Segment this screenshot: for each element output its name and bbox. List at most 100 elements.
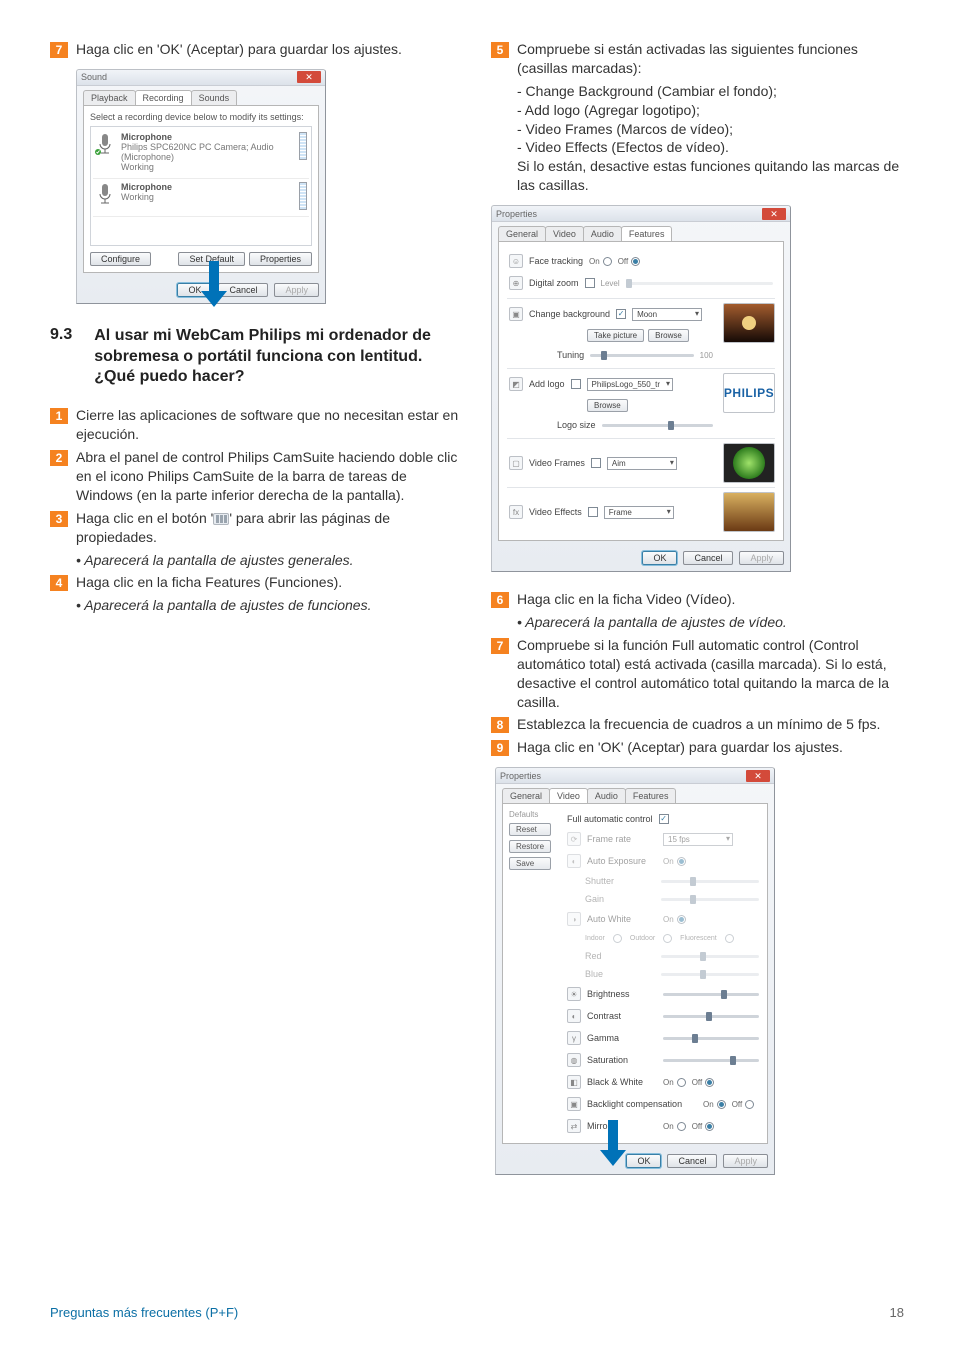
sound-device-1[interactable]: Microphone Philips SPC620NC PC Camera; A… <box>93 129 309 179</box>
save-button[interactable]: Save <box>509 857 551 870</box>
step-3: 3 Haga clic en el botón '' para abrir la… <box>50 509 463 547</box>
tab-general[interactable]: General <box>502 788 550 803</box>
bg-checkbox[interactable]: ✓ <box>616 309 626 319</box>
browse-button[interactable]: Browse <box>587 399 628 412</box>
on-radio[interactable] <box>603 257 612 266</box>
tab-audio[interactable]: Audio <box>587 788 626 803</box>
step-text: Abra el panel de control Philips CamSuit… <box>76 448 463 505</box>
frames-checkbox[interactable] <box>591 458 601 468</box>
step5-line-1: - Add logo (Agregar logotipo); <box>491 101 904 120</box>
ok-button[interactable]: OK <box>626 1154 661 1168</box>
properties-button[interactable]: Properties <box>249 252 312 266</box>
bg-select[interactable]: Moon <box>632 308 702 321</box>
fps-select[interactable]: 15 fps <box>663 833 733 846</box>
props-title: Properties <box>500 771 541 781</box>
tab-recording[interactable]: Recording <box>135 90 192 105</box>
close-icon[interactable]: ✕ <box>746 770 770 782</box>
step-text: Haga clic en 'OK' (Aceptar) para guardar… <box>76 40 463 59</box>
effects-select[interactable]: Frame <box>604 506 674 519</box>
off-radio[interactable] <box>631 257 640 266</box>
step-6: 6 Haga clic en la ficha Video (Vídeo). <box>491 590 904 609</box>
sound-device-2[interactable]: Microphone Working <box>93 179 309 217</box>
arrow-annotation-icon <box>197 261 231 309</box>
step-text: Haga clic en la ficha Video (Vídeo). <box>517 590 904 609</box>
logo-select[interactable]: PhilipsLogo_550_tr <box>587 378 674 391</box>
step-4-note: • Aparecerá la pantalla de ajustes de fu… <box>50 596 463 615</box>
logo-icon: ◩ <box>509 377 523 391</box>
exposure-icon: ◐ <box>567 854 581 868</box>
left-column: 7 Haga clic en 'OK' (Aceptar) para guard… <box>50 40 463 1193</box>
frames-select[interactable]: Aim <box>607 457 677 470</box>
features-dialog-screenshot: Properties ✕ General Video Audio Feature… <box>491 205 791 572</box>
contrast-icon: ◐ <box>567 1009 581 1023</box>
level-meter <box>299 182 307 210</box>
tab-features[interactable]: Features <box>621 226 673 241</box>
step-1: 1 Cierre las aplicaciones de software qu… <box>50 406 463 444</box>
gamma-icon: γ <box>567 1031 581 1045</box>
face-icon: ☺ <box>509 254 523 268</box>
tab-audio[interactable]: Audio <box>583 226 622 241</box>
step5-line-0: - Change Background (Cambiar el fondo); <box>491 82 904 101</box>
step-number: 2 <box>50 450 68 466</box>
step-number: 3 <box>50 511 68 527</box>
wb-icon: ◑ <box>567 912 581 926</box>
step-text: Cierre las aplicaciones de software que … <box>76 406 463 444</box>
close-icon[interactable]: ✕ <box>297 71 321 83</box>
video-dialog-screenshot: Properties ✕ General Video Audio Feature… <box>495 767 775 1175</box>
zoom-icon: ⊕ <box>509 276 523 290</box>
logo-preview: PHILIPS <box>723 373 775 413</box>
apply-button[interactable]: Apply <box>723 1154 768 1168</box>
effects-preview <box>723 492 775 532</box>
step-number: 8 <box>491 717 509 733</box>
step-text: Haga clic en 'OK' (Aceptar) para guardar… <box>517 738 904 757</box>
zoom-checkbox[interactable] <box>585 278 595 288</box>
footer-section-title: Preguntas más frecuentes (P+F) <box>50 1305 238 1320</box>
step-text: Haga clic en el botón '' para abrir las … <box>76 509 463 547</box>
step-9: 9 Haga clic en 'OK' (Aceptar) para guard… <box>491 738 904 757</box>
effects-checkbox[interactable] <box>588 507 598 517</box>
toolbar-icon <box>213 513 229 525</box>
cancel-button[interactable]: Cancel <box>667 1154 717 1168</box>
two-column-layout: 7 Haga clic en 'OK' (Aceptar) para guard… <box>50 40 904 1193</box>
bg-preview <box>723 303 775 343</box>
tab-video[interactable]: Video <box>545 226 584 241</box>
step-number: 1 <box>50 408 68 424</box>
step-text: Compruebe si están activadas las siguien… <box>517 40 904 78</box>
apply-button[interactable]: Apply <box>274 283 319 297</box>
ok-button[interactable]: OK <box>642 551 677 565</box>
microphone-icon <box>95 132 115 156</box>
backlight-icon: ▣ <box>567 1097 581 1111</box>
brightness-icon: ☀ <box>567 987 581 1001</box>
step-text: Compruebe si la función Full automatic c… <box>517 636 904 712</box>
tab-playback[interactable]: Playback <box>83 90 136 105</box>
step-number: 4 <box>50 575 68 591</box>
page-footer: Preguntas más frecuentes (P+F) 18 <box>50 1305 904 1320</box>
heading-number: 9.3 <box>50 326 72 388</box>
step5-line-2: - Video Frames (Marcos de vídeo); <box>491 120 904 139</box>
tab-features[interactable]: Features <box>625 788 677 803</box>
tab-video[interactable]: Video <box>549 788 588 803</box>
step-text: Establezca la frecuencia de cuadros a un… <box>517 715 904 734</box>
configure-button[interactable]: Configure <box>90 252 151 266</box>
close-icon[interactable]: ✕ <box>762 208 786 220</box>
section-heading: 9.3 Al usar mi WebCam Philips mi ordenad… <box>50 326 463 388</box>
fullauto-checkbox[interactable]: ✓ <box>659 814 669 824</box>
cancel-button[interactable]: Cancel <box>683 551 733 565</box>
step-number: 7 <box>50 42 68 58</box>
apply-button[interactable]: Apply <box>739 551 784 565</box>
arrow-annotation-icon <box>596 1120 630 1168</box>
logo-checkbox[interactable] <box>571 379 581 389</box>
browse-button[interactable]: Browse <box>648 329 689 342</box>
restore-button[interactable]: Restore <box>509 840 551 853</box>
step-number: 5 <box>491 42 509 58</box>
take-picture-button[interactable]: Take picture <box>587 329 644 342</box>
step-6-note: • Aparecerá la pantalla de ajustes de ví… <box>491 613 904 632</box>
tab-general[interactable]: General <box>498 226 546 241</box>
right-column: 5 Compruebe si están activadas las sigui… <box>491 40 904 1193</box>
sound-instruction: Select a recording device below to modif… <box>90 112 312 122</box>
background-icon: ▣ <box>509 307 523 321</box>
tab-sounds[interactable]: Sounds <box>191 90 238 105</box>
step-7-left: 7 Haga clic en 'OK' (Aceptar) para guard… <box>50 40 463 59</box>
page-number: 18 <box>890 1305 904 1320</box>
reset-button[interactable]: Reset <box>509 823 551 836</box>
